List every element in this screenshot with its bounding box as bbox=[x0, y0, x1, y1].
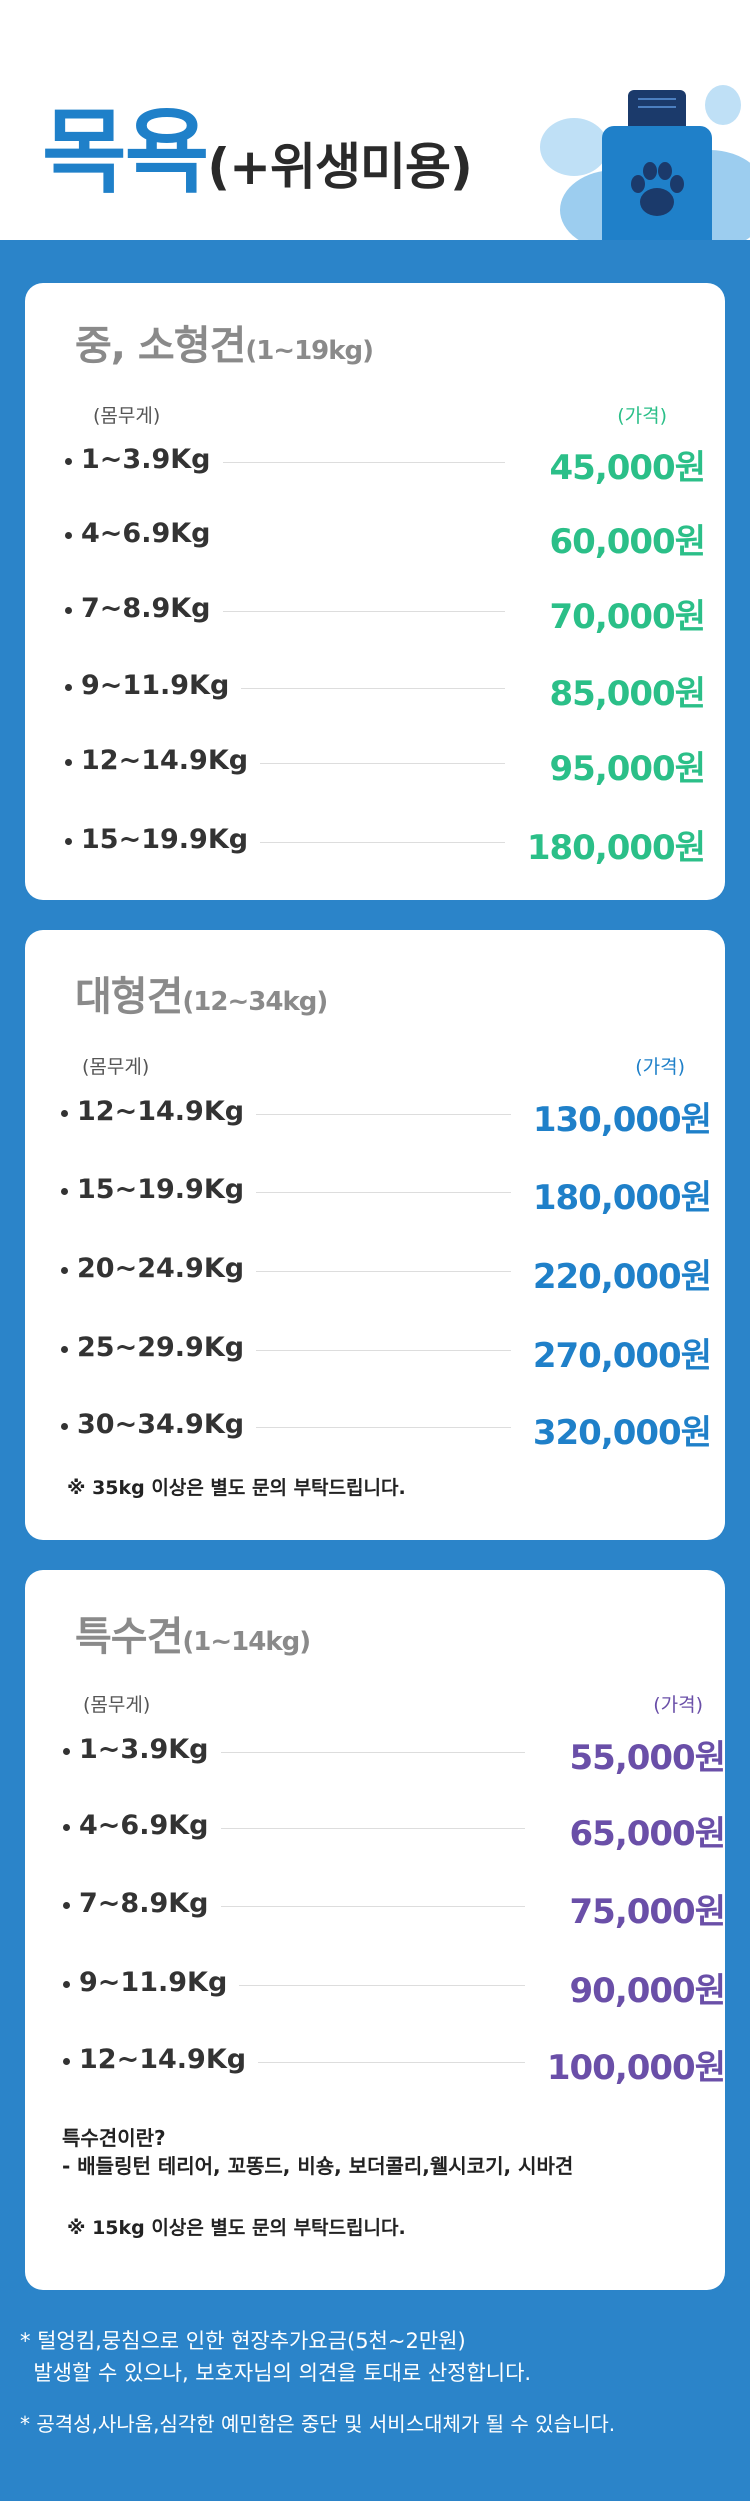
bullet-icon bbox=[61, 1110, 68, 1117]
price-value: 90,000원 bbox=[561, 1963, 726, 2012]
weight-range: 25~29.9Kg bbox=[77, 1332, 257, 1363]
small-medium-price-card: 중, 소형견(1~19kg) (몸무게) (가격) 1~3.9Kg 45,000원… bbox=[25, 283, 725, 900]
price-row: 7~8.9Kg 75,000원 bbox=[63, 1884, 726, 1933]
footer-note-line3: * 공격성,사나움,심각한 예민함은 중단 및 서비스대체가 될 수 있습니다. bbox=[20, 2412, 616, 2436]
price-row: 12~14.9Kg 100,000원 bbox=[63, 2040, 726, 2089]
price-row: 4~6.9Kg 65,000원 bbox=[63, 1806, 726, 1855]
special-breed-price-card: 특수견(1~14kg) (몸무게) (가격) 1~3.9Kg 55,000원 4~… bbox=[25, 1570, 726, 2290]
price-value: 85,000원 bbox=[541, 666, 706, 715]
price-row: 15~19.9Kg 180,000원 bbox=[65, 820, 706, 869]
price-value: 45,000원 bbox=[541, 440, 706, 489]
bullet-icon bbox=[65, 838, 72, 845]
price-value: 270,000원 bbox=[524, 1328, 712, 1377]
weight-range: 30~34.9Kg bbox=[77, 1409, 257, 1440]
footer-note-line2: 발생할 수 있으나, 보호자님의 의견을 토대로 산정합니다. bbox=[20, 2361, 532, 2385]
weight-range: 9~11.9Kg bbox=[81, 670, 242, 701]
price-column-label: (가격) bbox=[617, 405, 667, 427]
price-value: 180,000원 bbox=[518, 820, 706, 869]
price-column-label: (가격) bbox=[653, 1694, 703, 1716]
card-title-range: (1~14kg) bbox=[182, 1627, 311, 1657]
weight-range: 15~19.9Kg bbox=[81, 824, 261, 855]
price-row: 9~11.9Kg 90,000원 bbox=[63, 1963, 726, 2012]
weight-range: 1~3.9Kg bbox=[79, 1734, 221, 1765]
price-row: 1~3.9Kg 55,000원 bbox=[63, 1730, 726, 1779]
card-title-range: (1~19kg) bbox=[245, 336, 374, 366]
bullet-icon bbox=[65, 684, 72, 691]
bullet-icon bbox=[65, 607, 72, 614]
weight-range: 4~6.9Kg bbox=[79, 1810, 221, 1841]
weight-range: 12~14.9Kg bbox=[81, 745, 261, 776]
price-value: 100,000원 bbox=[538, 2040, 726, 2089]
page-title: 목욕(+위생미용) bbox=[42, 78, 473, 211]
card-title-text: 대형견 bbox=[75, 974, 183, 1020]
title-sub: (+위생미용) bbox=[207, 138, 473, 196]
price-row: 1~3.9Kg 45,000원 bbox=[65, 440, 706, 489]
bullet-icon bbox=[63, 1748, 70, 1755]
card-title: 중, 소형견(1~19kg) bbox=[75, 313, 374, 371]
weight-range: 7~8.9Kg bbox=[81, 593, 223, 624]
bullet-icon bbox=[61, 1423, 68, 1430]
weight-range: 1~3.9Kg bbox=[81, 444, 223, 475]
price-value: 95,000원 bbox=[541, 741, 706, 790]
price-row: 15~19.9Kg 180,000원 bbox=[61, 1170, 712, 1219]
price-row: 25~29.9Kg 270,000원 bbox=[61, 1328, 712, 1377]
card-title: 특수견(1~14kg) bbox=[75, 1604, 311, 1662]
price-column-label: (가격) bbox=[635, 1056, 685, 1078]
header: 목욕(+위생미용) bbox=[0, 0, 750, 240]
weight-column-label: (몸무게) bbox=[93, 405, 161, 427]
card-title-text: 특수견 bbox=[75, 1614, 183, 1660]
bullet-icon bbox=[61, 1188, 68, 1195]
bullet-icon bbox=[61, 1346, 68, 1353]
weight-column-label: (몸무게) bbox=[83, 1694, 151, 1716]
title-main: 목욕 bbox=[42, 99, 209, 206]
price-value: 220,000원 bbox=[524, 1249, 712, 1298]
bullet-icon bbox=[63, 1981, 70, 1988]
definition-title: 특수견이란? bbox=[62, 2126, 166, 2150]
weight-column-label: (몸무게) bbox=[82, 1056, 150, 1078]
bullet-icon bbox=[63, 1824, 70, 1831]
price-value: 180,000원 bbox=[524, 1170, 712, 1219]
price-row: 9~11.9Kg 85,000원 bbox=[65, 666, 706, 715]
weight-range: 12~14.9Kg bbox=[79, 2044, 259, 2075]
weight-range: 12~14.9Kg bbox=[77, 1096, 257, 1127]
notice-text: ※ 35kg 이상은 별도 문의 부탁드립니다. bbox=[67, 1477, 406, 1499]
weight-range: 4~6.9Kg bbox=[81, 518, 223, 549]
price-row: 7~8.9Kg 70,000원 bbox=[65, 589, 706, 638]
bullet-icon bbox=[63, 1902, 70, 1909]
paw-icon bbox=[631, 162, 684, 216]
cloud-decoration bbox=[540, 118, 608, 176]
weight-range: 15~19.9Kg bbox=[77, 1174, 257, 1205]
card-title-text: 중, 소형견 bbox=[75, 323, 246, 369]
bullet-icon bbox=[63, 2058, 70, 2065]
price-value: 55,000원 bbox=[561, 1730, 726, 1779]
price-row: 12~14.9Kg 130,000원 bbox=[61, 1092, 712, 1141]
card-title-range: (12~34kg) bbox=[182, 987, 328, 1017]
price-value: 130,000원 bbox=[524, 1092, 712, 1141]
price-row: 12~14.9Kg 95,000원 bbox=[65, 741, 706, 790]
price-value: 65,000원 bbox=[561, 1806, 726, 1855]
bullet-icon bbox=[65, 458, 72, 465]
price-row: 30~34.9Kg 320,000원 bbox=[61, 1405, 712, 1454]
bullet-icon bbox=[65, 532, 72, 539]
price-value: 60,000원 bbox=[541, 514, 706, 563]
shampoo-bottle-icon bbox=[602, 90, 712, 240]
bullet-icon bbox=[65, 759, 72, 766]
weight-range: 20~24.9Kg bbox=[77, 1253, 257, 1284]
notice-text: ※ 15kg 이상은 별도 문의 부탁드립니다. bbox=[67, 2217, 406, 2239]
price-row: 4~6.9Kg 60,000원 bbox=[65, 514, 706, 563]
definition-text: - 배들링턴 테리어, 꼬똥드, 비숑, 보더콜리,웰시코기, 시바견 bbox=[62, 2154, 574, 2178]
bullet-icon bbox=[61, 1267, 68, 1274]
price-value: 320,000원 bbox=[524, 1405, 712, 1454]
footer-note-line1: * 털엉킴,뭉침으로 인한 현장추가요금(5천~2만원) bbox=[20, 2329, 466, 2353]
price-value: 70,000원 bbox=[541, 589, 706, 638]
weight-range: 7~8.9Kg bbox=[79, 1888, 221, 1919]
price-row: 20~24.9Kg 220,000원 bbox=[61, 1249, 712, 1298]
weight-range: 9~11.9Kg bbox=[79, 1967, 240, 1998]
price-value: 75,000원 bbox=[561, 1884, 726, 1933]
card-title: 대형견(12~34kg) bbox=[75, 964, 328, 1022]
large-price-card: 대형견(12~34kg) (몸무게) (가격) 12~14.9Kg 130,000… bbox=[25, 930, 725, 1540]
